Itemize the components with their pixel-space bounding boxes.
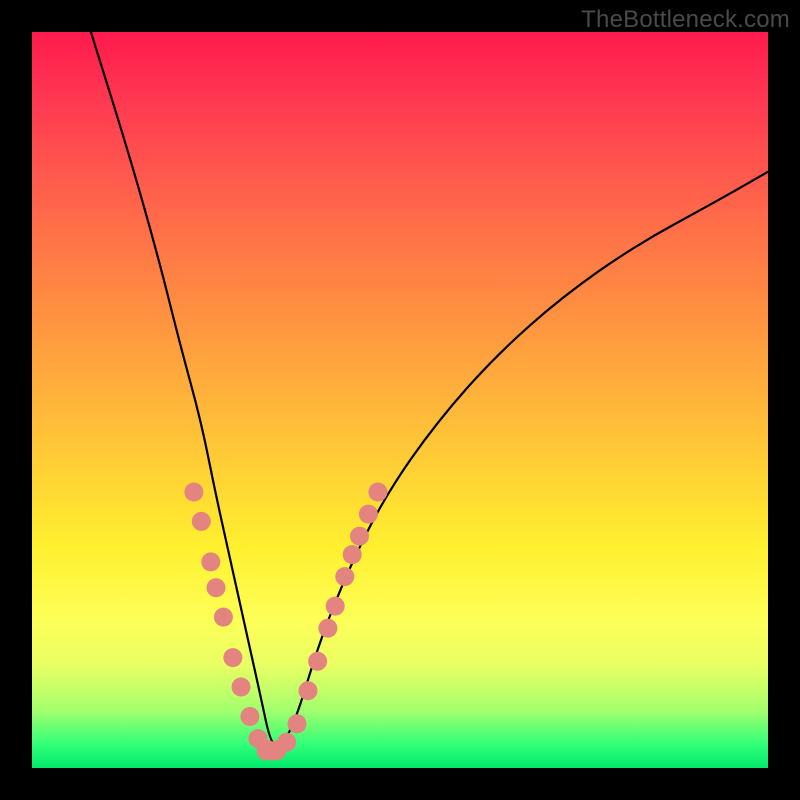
chart-frame: TheBottleneck.com bbox=[0, 0, 800, 800]
plot-area bbox=[32, 32, 768, 768]
marker-point bbox=[288, 714, 307, 733]
marker-point bbox=[214, 608, 233, 627]
watermark-text: TheBottleneck.com bbox=[581, 6, 790, 34]
marker-point bbox=[368, 483, 387, 502]
marker-point bbox=[299, 681, 318, 700]
marker-point bbox=[240, 707, 259, 726]
marker-point bbox=[223, 648, 242, 667]
marker-point bbox=[184, 483, 203, 502]
marker-point bbox=[277, 733, 296, 752]
marker-point bbox=[308, 652, 327, 671]
marker-point bbox=[343, 545, 362, 564]
marker-point bbox=[232, 678, 251, 697]
marker-point bbox=[318, 619, 337, 638]
curve-svg bbox=[32, 32, 768, 768]
marker-point bbox=[335, 567, 354, 586]
marker-point bbox=[359, 505, 378, 524]
marker-point bbox=[201, 552, 220, 571]
bottleneck-curve bbox=[91, 32, 768, 746]
marker-point bbox=[207, 578, 226, 597]
marker-point bbox=[192, 512, 211, 531]
marker-group bbox=[184, 483, 387, 761]
marker-point bbox=[350, 527, 369, 546]
marker-point bbox=[326, 597, 345, 616]
